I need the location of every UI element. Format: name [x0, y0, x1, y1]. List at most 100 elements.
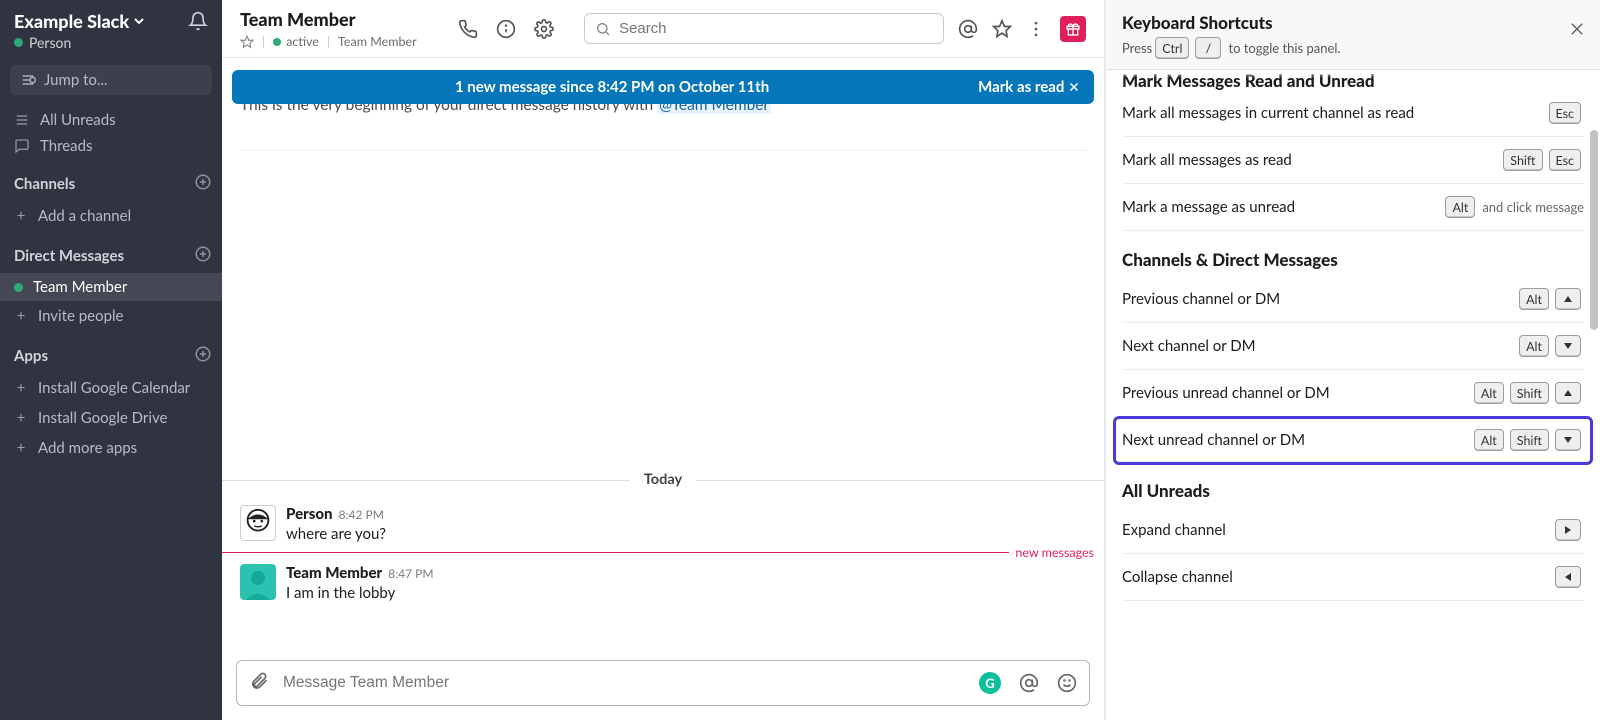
avatar[interactable] — [240, 564, 276, 600]
search-input[interactable] — [584, 13, 944, 44]
add-channel[interactable]: + Add a channel — [0, 201, 222, 231]
call-icon[interactable] — [458, 19, 478, 39]
info-icon[interactable] — [496, 19, 516, 39]
plus-icon: + — [14, 307, 28, 325]
shortcut-keys: AltShift — [1471, 429, 1584, 451]
app-add-more[interactable]: + Add more apps — [0, 433, 222, 463]
jump-to[interactable]: Jump to... — [10, 65, 212, 95]
star-outline-icon[interactable] — [992, 19, 1012, 39]
nav-threads-label: Threads — [40, 137, 93, 155]
composer-input[interactable] — [283, 674, 979, 692]
dm-section-header[interactable]: Direct Messages — [0, 231, 222, 273]
all-unreads-icon — [14, 112, 30, 128]
message-composer[interactable]: G — [236, 660, 1090, 706]
message-author[interactable]: Team Member — [286, 564, 382, 582]
notifications-icon[interactable] — [188, 11, 208, 31]
shortcut-label: Previous unread channel or DM — [1122, 384, 1330, 402]
panel-title: Keyboard Shortcuts — [1122, 12, 1584, 33]
message-scroll-area[interactable]: 1 new message since 8:42 PM on October 1… — [222, 58, 1104, 644]
key: Shift — [1510, 429, 1549, 451]
app-label: Install Google Drive — [38, 409, 167, 427]
conversation-header: Team Member | active | Team Member — [222, 0, 1104, 58]
grammarly-icon[interactable]: G — [979, 672, 1001, 694]
panel-header: Keyboard Shortcuts Press Ctrl / to toggl… — [1106, 0, 1600, 70]
shortcut-row: Previous unread channel or DMAltShift — [1122, 370, 1584, 417]
key — [1555, 429, 1581, 451]
apps-section-header[interactable]: Apps — [0, 331, 222, 373]
current-user[interactable]: Person — [0, 34, 222, 61]
new-message-banner: 1 new message since 8:42 PM on October 1… — [232, 70, 1094, 104]
plus-icon: + — [14, 207, 28, 225]
message-text: I am in the lobby — [286, 584, 434, 602]
shortcut-label: Expand channel — [1122, 521, 1226, 539]
search-field[interactable] — [619, 20, 933, 37]
workspace-switcher[interactable]: Example Slack — [14, 10, 145, 32]
key: Esc — [1549, 102, 1582, 124]
add-app-icon[interactable] — [194, 345, 212, 367]
message-text: where are you? — [286, 525, 386, 543]
new-dm-icon[interactable] — [194, 245, 212, 267]
plus-icon: + — [14, 409, 28, 427]
threads-icon — [14, 138, 30, 154]
workspace-name: Example Slack — [14, 10, 129, 32]
app-install-gcal[interactable]: + Install Google Calendar — [0, 373, 222, 403]
key: Alt — [1445, 196, 1475, 218]
nav-all-unreads[interactable]: All Unreads — [0, 107, 222, 133]
avatar[interactable] — [240, 505, 276, 541]
emoji-icon[interactable] — [1057, 673, 1077, 693]
panel-body[interactable]: Mark Messages Read and Unread Mark all m… — [1106, 70, 1600, 720]
subtitle: Team Member — [338, 34, 417, 49]
section-mark-messages: Mark Messages Read and Unread — [1122, 70, 1584, 90]
channels-section-header[interactable]: Channels — [0, 159, 222, 201]
message-time: 8:47 PM — [388, 566, 433, 581]
mark-label: Mark as read — [978, 78, 1064, 96]
apps-header-label: Apps — [14, 347, 48, 365]
close-icon — [1068, 81, 1080, 93]
new-messages-divider: new messages — [222, 545, 1104, 560]
jump-icon — [20, 72, 36, 88]
nav-all-unreads-label: All Unreads — [40, 111, 116, 129]
sidebar: Example Slack Person Jump to... All Unre… — [0, 0, 222, 720]
keyboard-shortcuts-panel: Keyboard Shortcuts Press Ctrl / to toggl… — [1105, 0, 1600, 720]
key: Alt — [1519, 335, 1549, 357]
mentions-icon[interactable] — [958, 19, 978, 39]
app-install-gdrive[interactable]: + Install Google Drive — [0, 403, 222, 433]
banner-text: 1 new message since 8:42 PM on October 1… — [246, 78, 978, 96]
key-ctrl: Ctrl — [1155, 37, 1189, 59]
mark-as-read-button[interactable]: Mark as read — [978, 78, 1080, 96]
add-channel-plus-icon[interactable] — [194, 173, 212, 195]
shortcut-aux: and click message — [1482, 199, 1584, 215]
status-label: active — [286, 34, 319, 49]
message-row: Person 8:42 PM where are you? — [222, 495, 1104, 543]
more-vertical-icon[interactable] — [1026, 19, 1046, 39]
message-author[interactable]: Person — [286, 505, 333, 523]
dm-item-label: Team Member — [33, 278, 127, 296]
scrollbar-thumb[interactable] — [1590, 130, 1598, 330]
star-icon[interactable] — [240, 35, 254, 49]
shortcut-row: Next unread channel or DMAltShift — [1116, 419, 1590, 462]
settings-icon[interactable] — [534, 19, 554, 39]
key: Alt — [1519, 288, 1549, 310]
presence-dot-icon — [273, 38, 281, 46]
shortcut-keys: Alt — [1516, 288, 1584, 310]
date-divider: Today — [222, 461, 1104, 481]
conversation-pane: Team Member | active | Team Member — [222, 0, 1105, 720]
new-messages-label: new messages — [1009, 545, 1104, 560]
shortcut-keys: Esc — [1546, 102, 1585, 124]
mention-icon[interactable] — [1019, 673, 1039, 693]
dm-item-team-member[interactable]: Team Member — [0, 273, 222, 301]
attach-icon[interactable] — [249, 671, 269, 695]
plus-icon: + — [14, 439, 28, 457]
nav-threads[interactable]: Threads — [0, 133, 222, 159]
shortcut-row: Next channel or DMAlt — [1122, 323, 1584, 370]
app-label: Add more apps — [38, 439, 137, 457]
invite-people[interactable]: + Invite people — [0, 301, 222, 331]
key: Shift — [1503, 149, 1542, 171]
conversation-title: Team Member — [240, 8, 458, 30]
main: Team Member | active | Team Member — [222, 0, 1600, 720]
shortcut-label: Mark all messages as read — [1122, 151, 1292, 169]
panel-sub-prefix: Press — [1122, 40, 1152, 56]
gift-icon[interactable] — [1060, 16, 1086, 42]
message-time: 8:42 PM — [339, 507, 384, 522]
close-panel-button[interactable] — [1568, 20, 1586, 42]
